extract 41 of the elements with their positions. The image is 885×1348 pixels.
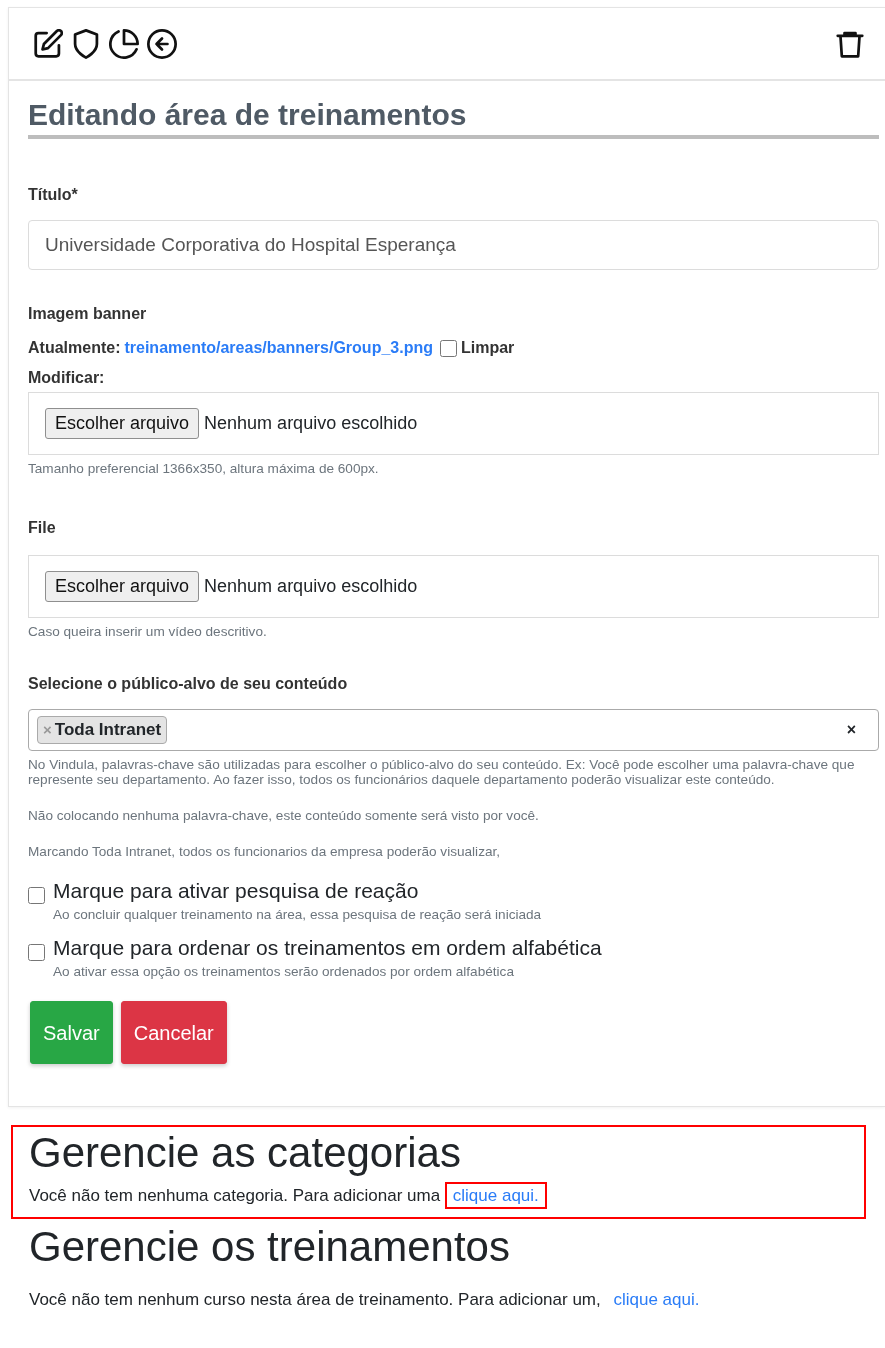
section-text: Você não tem nenhuma categoria. Para adicionar uma clique aqui. — [29, 1183, 846, 1209]
add-link[interactable]: clique aqui. — [444, 1182, 547, 1209]
field-label: Selecione o público-alvo de seu conteúdo — [28, 674, 349, 694]
page-heading: Editando área de treinamentos — [28, 97, 879, 139]
pie-chart-icon[interactable] — [109, 28, 139, 59]
help-text: Não colocando nenhuma palavra-chave, este conteúdo somente será visto por você. — [28, 808, 540, 823]
title-input[interactable]: Universidade Corporativa do Hospital Esperança — [28, 220, 879, 270]
file-link[interactable]: treinamento/areas/banners/Group_3.png — [124, 336, 433, 360]
field-label: Atualmente: — [28, 338, 121, 358]
file-status: Nenhum arquivo escolhido — [204, 575, 418, 598]
file-status: Nenhum arquivo escolhido — [204, 412, 418, 435]
checkbox-label: Marque para ativar pesquisa de reação — [53, 879, 420, 903]
section-heading: Gerencie as categorias — [29, 1128, 462, 1178]
help-text: Caso queira inserir um vídeo descritivo. — [28, 624, 268, 639]
help-text: Marcando Toda Intranet, todos os funcionarios da empresa poderão visualizar, — [28, 844, 502, 859]
field-label: Imagem banner — [28, 304, 148, 324]
checkbox-label: Limpar — [461, 338, 515, 358]
field-label: File — [28, 518, 57, 538]
cancel-button[interactable]: Cancelar — [120, 1001, 227, 1064]
file-input[interactable]: Escolher arquivo Nenhum arquivo escolhido — [28, 392, 879, 455]
option-checkbox[interactable] — [28, 944, 45, 961]
tag-label: Toda Intranet — [54, 719, 162, 742]
choose-file-button[interactable]: Escolher arquivo — [45, 571, 200, 602]
clear-checkbox[interactable] — [440, 339, 457, 357]
section-heading: Gerencie os treinamentos — [29, 1221, 511, 1272]
clear-button[interactable]: × — [846, 718, 856, 742]
choose-file-button[interactable]: Escolher arquivo — [45, 408, 200, 439]
help-text: No Vindula, palavras-chave são utilizadas para escolher o público-alvo do seu conteúdo. Ex: Você pode escolher uma palavra-chave que represente seu departamento. Ao fazer isso, todos os funcionários daquele departamento poderão visualizar este conteúdo. — [28, 757, 856, 787]
field-label: Modificar: — [28, 368, 106, 388]
audience-select[interactable]: × Toda Intranet × — [28, 709, 879, 751]
file-input[interactable]: Escolher arquivo Nenhum arquivo escolhido — [28, 555, 879, 618]
checkbox-label: Marque para ordenar os treinamentos em ordem alfabética — [53, 936, 602, 960]
section-text: Você não tem nenhum curso nesta área de treinamento. Para adicionar um, clique aqui. — [29, 1286, 846, 1312]
help-text: Tamanho preferencial 1366x350, altura máxima de 600px. — [28, 461, 380, 476]
shield-icon[interactable] — [71, 28, 101, 59]
option-checkbox[interactable] — [28, 887, 45, 904]
help-text: Ao ativar essa opção os treinamentos serão ordenados por ordem alfabética — [53, 964, 515, 979]
add-link[interactable]: clique aqui. — [605, 1285, 708, 1313]
help-text: Ao concluir qualquer treinamento na área, essa pesquisa de reação será iniciada — [53, 907, 542, 922]
edit-icon[interactable] — [33, 28, 63, 59]
field-label: Título* — [28, 185, 79, 205]
